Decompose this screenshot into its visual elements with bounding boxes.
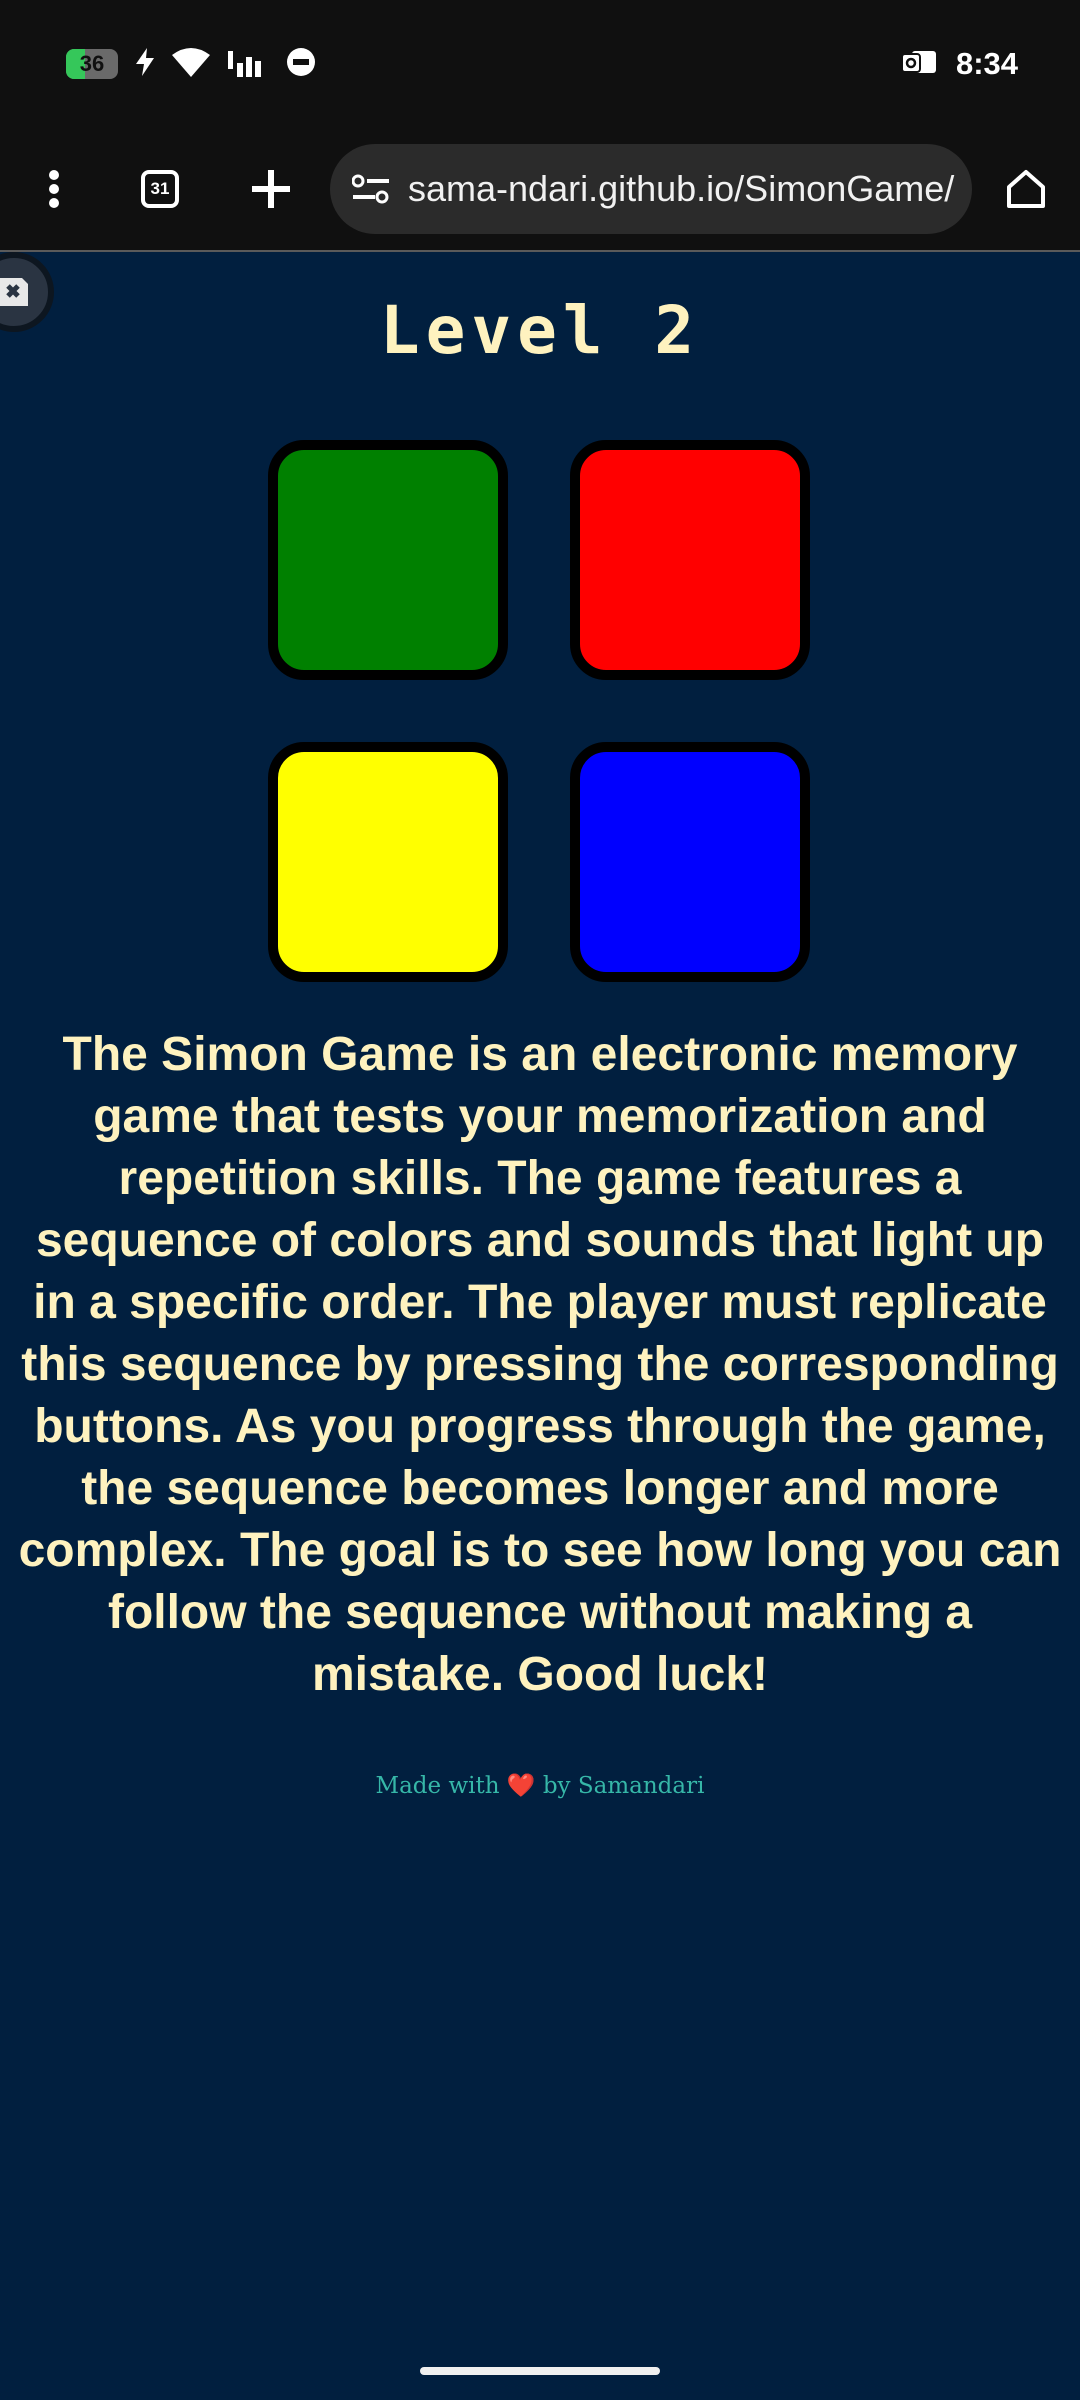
clock: 8:34 [955,46,1018,81]
plus-icon [252,170,290,208]
status-bar: 36 8:34 [0,0,1080,128]
level-title: Level 2 [379,292,701,369]
heart-icon: ❤️ [506,1773,536,1799]
gesture-home-indicator[interactable] [420,2367,660,2375]
do-not-disturb-icon [286,47,316,82]
home-icon [1007,170,1045,208]
footer-prefix: Made with [375,1773,500,1799]
blue-button[interactable] [570,742,810,982]
signal-icon [228,47,268,82]
battery-icon: 36 [66,49,118,79]
yellow-button[interactable] [268,742,508,982]
green-button[interactable] [268,440,508,680]
browser-menu-button[interactable] [0,127,108,251]
footer-credit: Made with ❤️ by Samandari [0,1772,1080,1799]
game-description: The Simon Game is an electronic memory g… [18,1028,1062,1701]
address-bar[interactable]: sama-ndari.github.io/SimonGame/ [330,144,972,234]
more-vert-icon [49,170,59,208]
new-tab-button[interactable] [212,127,330,251]
site-settings-icon[interactable] [348,166,394,212]
tab-count: 31 [141,170,179,208]
page-content: Level 2 The Simon Game is an electronic … [0,252,1080,2400]
status-right: 8:34 [900,46,1018,82]
bolt-icon [136,47,154,81]
browser-toolbar: 31 sama-ndari.github.io/SimonGame/ [0,128,1080,252]
footer-suffix: by Samandari [542,1773,705,1799]
url-text[interactable]: sama-ndari.github.io/SimonGame/ [408,168,968,210]
wifi-icon [172,47,210,82]
red-button[interactable] [570,440,810,680]
tab-switcher-button[interactable]: 31 [108,127,212,251]
outlook-notification-icon [900,47,938,82]
battery-level: 36 [79,51,105,76]
status-left: 36 [66,47,316,82]
home-button[interactable] [972,127,1080,251]
